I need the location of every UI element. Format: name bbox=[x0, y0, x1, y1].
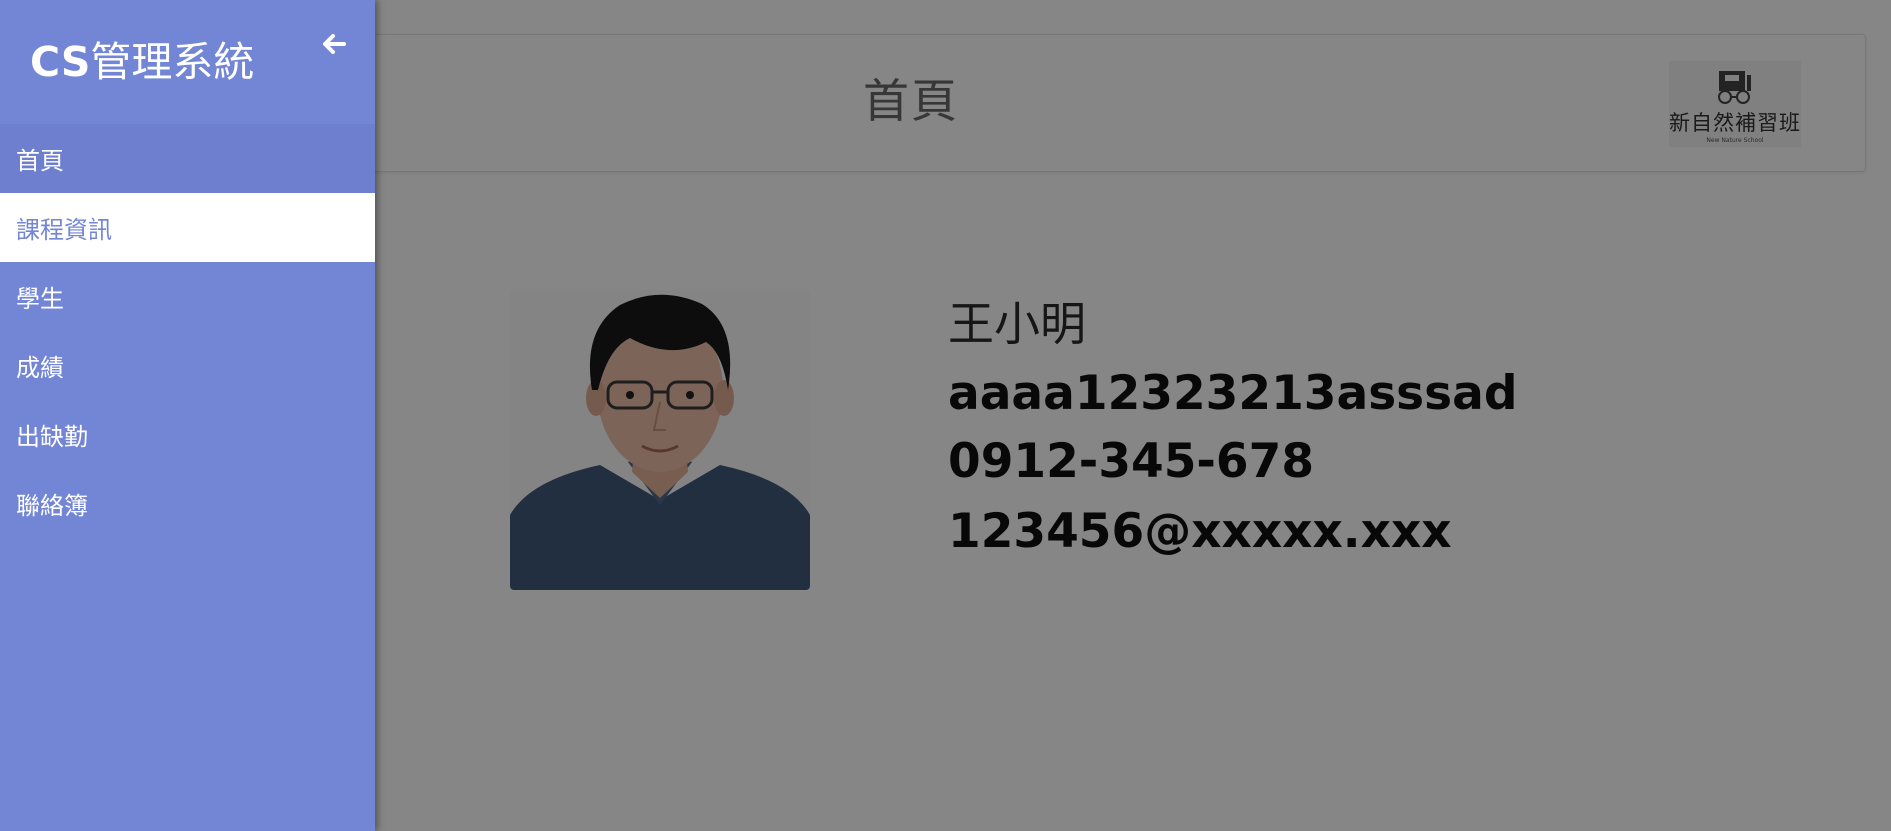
sidebar-item-label: 聯絡簿 bbox=[16, 492, 88, 520]
sidebar-item-home[interactable]: 首頁 bbox=[0, 124, 375, 193]
arrow-left-icon bbox=[323, 34, 346, 54]
sidebar-item-contact-book[interactable]: 聯絡簿 bbox=[0, 469, 375, 538]
sidebar-item-course-info[interactable]: 課程資訊 bbox=[0, 193, 375, 262]
sidebar-item-label: 成績 bbox=[16, 354, 64, 382]
sidebar-item-attendance[interactable]: 出缺勤 bbox=[0, 400, 375, 469]
brand-prefix: CS bbox=[30, 38, 91, 86]
sidebar-item-label: 課程資訊 bbox=[16, 216, 112, 244]
sidebar-item-label: 學生 bbox=[16, 285, 64, 313]
sidebar: CS管理系統 首頁 課程資訊 學生 成績 出缺勤 聯絡簿 bbox=[0, 0, 375, 831]
sidebar-menu: 首頁 課程資訊 學生 成績 出缺勤 聯絡簿 bbox=[0, 124, 375, 538]
sidebar-item-label: 首頁 bbox=[16, 147, 64, 175]
sidebar-item-grades[interactable]: 成績 bbox=[0, 331, 375, 400]
collapse-sidebar-button[interactable] bbox=[318, 28, 350, 60]
sidebar-brand: CS管理系統 bbox=[30, 28, 254, 88]
sidebar-item-label: 出缺勤 bbox=[16, 423, 88, 451]
brand-suffix: 管理系統 bbox=[90, 38, 255, 86]
sidebar-item-students[interactable]: 學生 bbox=[0, 262, 375, 331]
